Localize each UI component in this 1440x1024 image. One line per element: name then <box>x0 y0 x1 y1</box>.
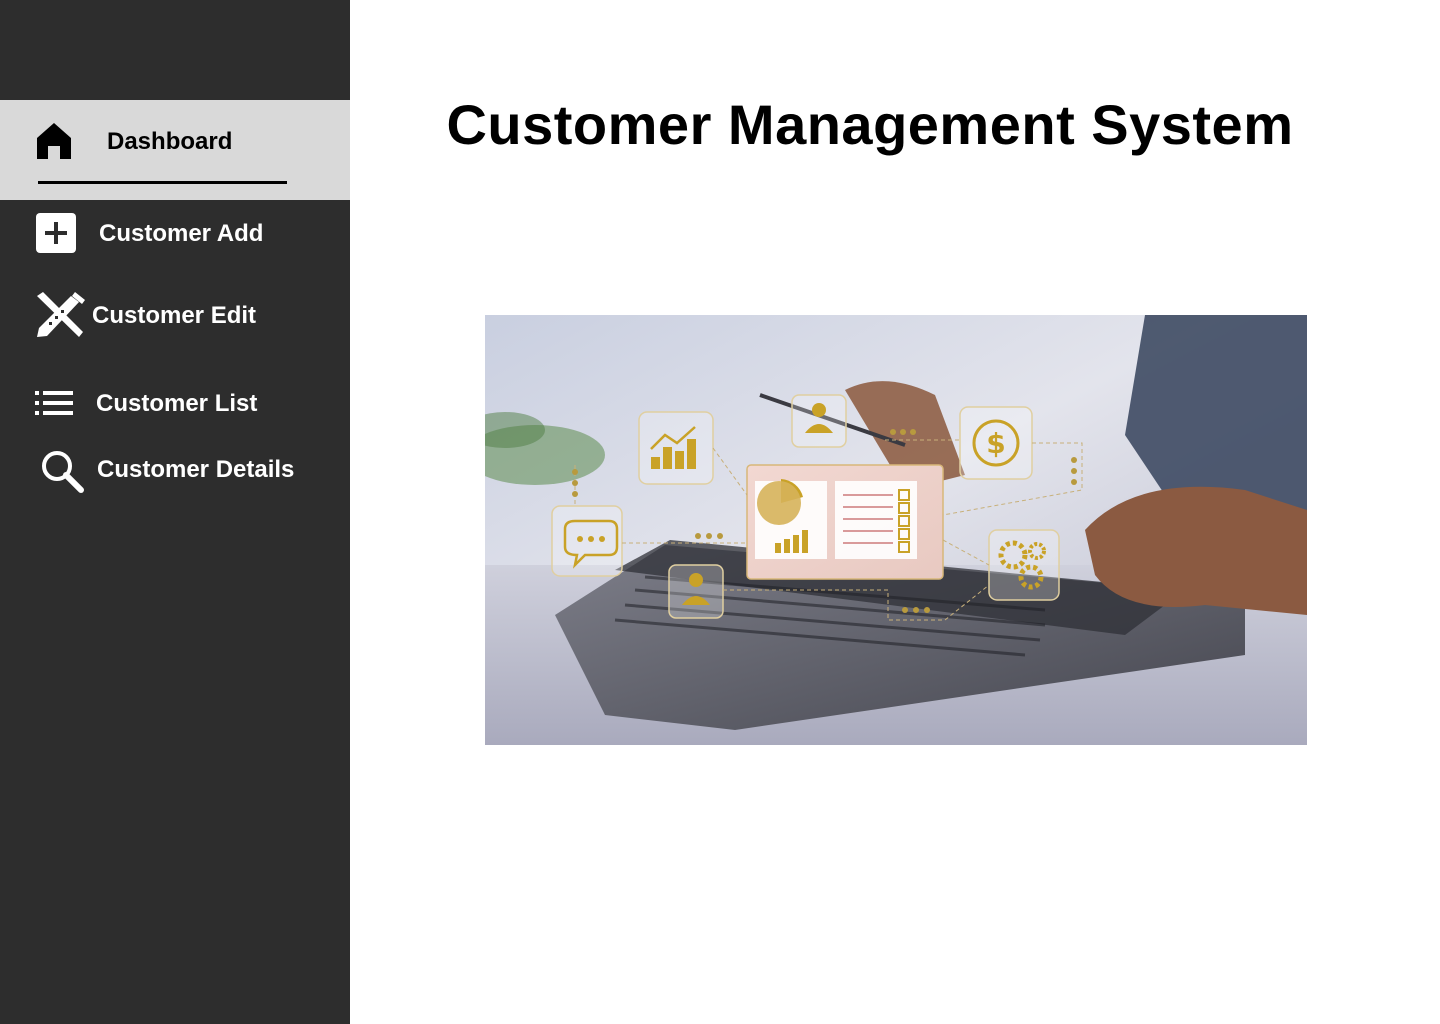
sidebar-item-dashboard[interactable]: Dashboard <box>0 100 350 200</box>
sidebar-item-label: Customer Edit <box>92 302 257 329</box>
sidebar-item-label: Dashboard <box>107 128 233 155</box>
sidebar-item-customer-add[interactable]: Customer Add <box>0 205 350 265</box>
hero-image: $ <box>485 315 1307 745</box>
app-root: Dashboard Customer Add Customer Edit Cus… <box>0 0 1440 1024</box>
sidebar-item-label: Customer Add <box>99 220 264 247</box>
sidebar-item-customer-details[interactable]: Customer Details <box>0 443 350 503</box>
page-title: Customer Management System <box>446 93 1294 156</box>
svg-text:$: $ <box>986 427 1005 460</box>
home-icon <box>36 122 72 160</box>
sidebar-item-customer-edit[interactable]: Customer Edit <box>0 285 350 345</box>
sidebar-item-label: Customer List <box>96 390 258 417</box>
pencil-ruler-icon <box>35 292 87 338</box>
sidebar-item-customer-list[interactable]: Customer List <box>0 375 350 430</box>
search-icon <box>40 449 84 493</box>
plus-square-icon <box>36 213 76 253</box>
sidebar-item-label: Customer Details <box>97 456 295 483</box>
sidebar: Dashboard Customer Add Customer Edit Cus… <box>0 0 350 1024</box>
active-indicator <box>38 181 287 184</box>
laptop-crm-illustration: $ <box>485 315 1307 745</box>
list-icon <box>35 391 73 415</box>
